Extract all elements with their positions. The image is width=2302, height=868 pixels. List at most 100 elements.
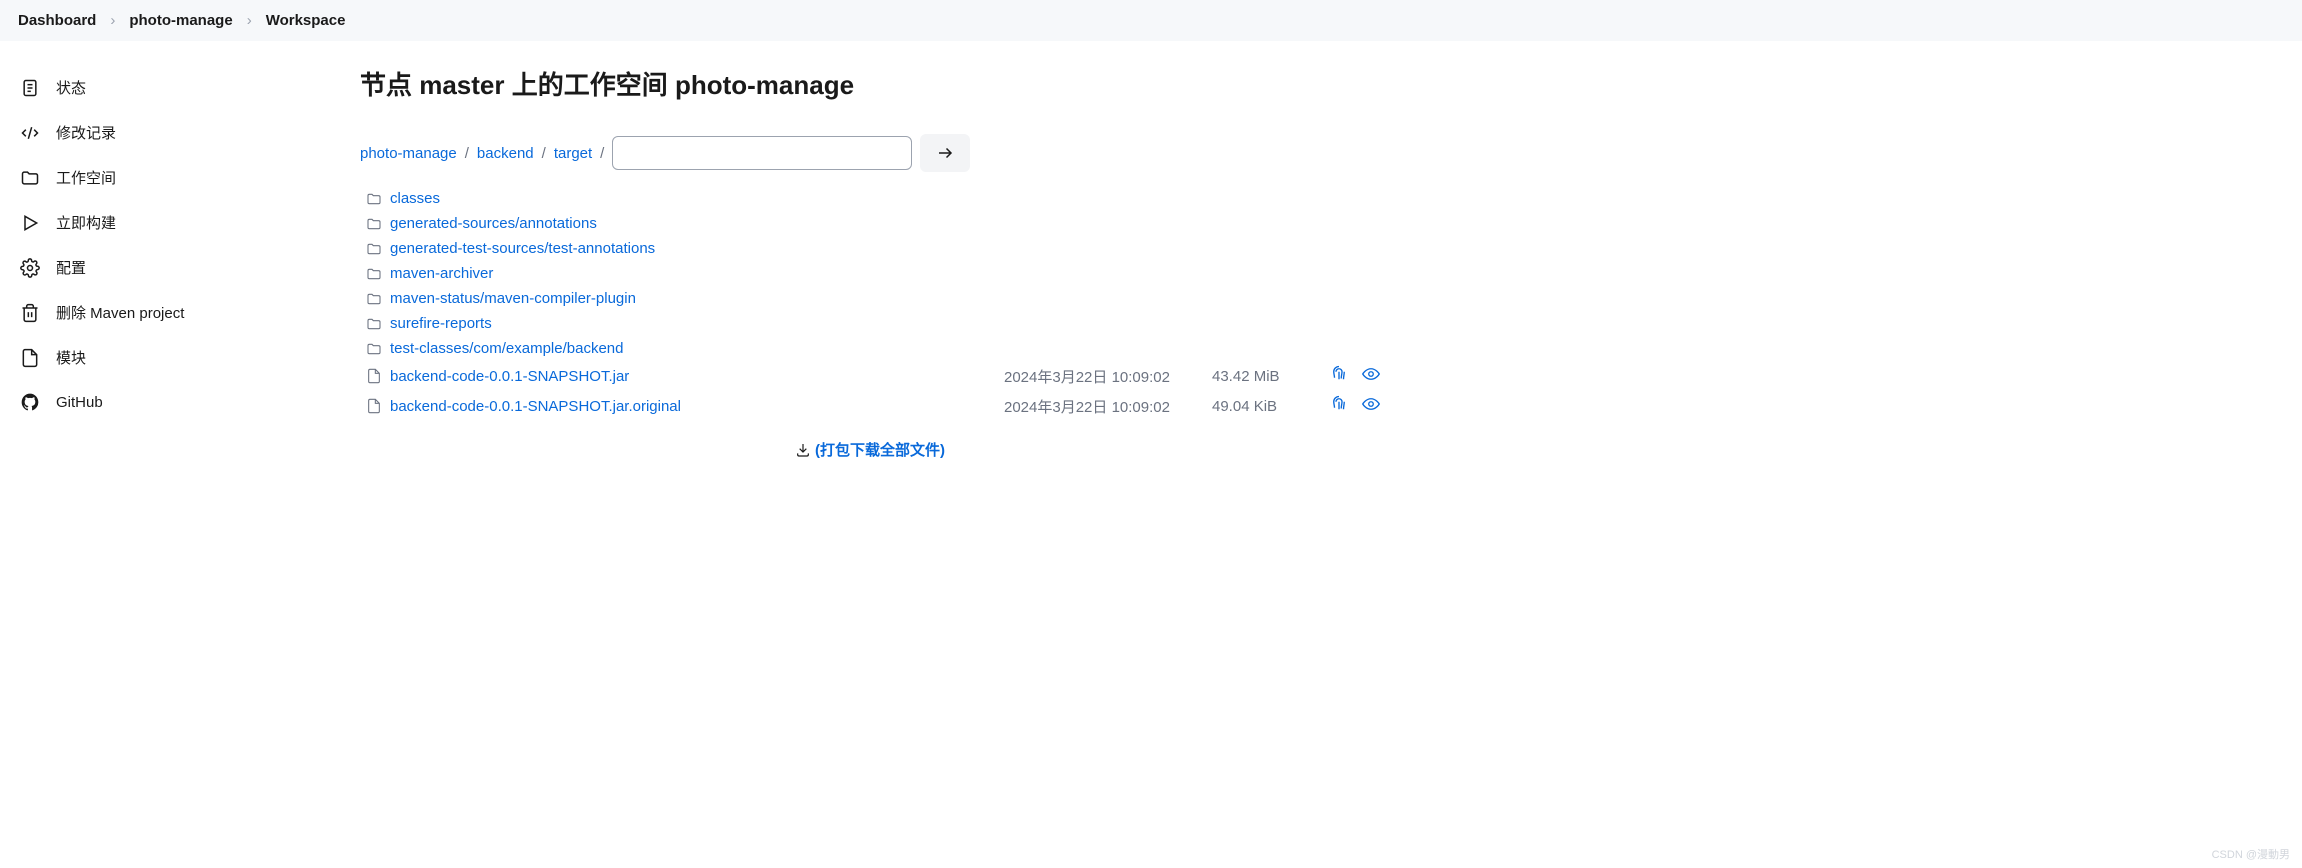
code-icon — [20, 123, 40, 143]
file-name: backend-code-0.0.1-SNAPSHOT.jar.original — [390, 398, 996, 415]
breadcrumb: Dashboard › photo-manage › Workspace — [0, 0, 2302, 41]
download-all-row: (打包下载全部文件) — [360, 439, 1380, 462]
sidebar-item-build-now[interactable]: 立即构建 — [0, 200, 320, 245]
sidebar-item-configure[interactable]: 配置 — [0, 245, 320, 290]
sidebar-item-github[interactable]: GitHub — [0, 380, 320, 424]
folder-icon — [366, 191, 382, 207]
file-date: 2024年3月22日 10:09:02 — [1004, 366, 1204, 387]
file-size: 43.42 MiB — [1212, 368, 1302, 385]
path-separator: / — [542, 145, 546, 162]
folder-icon — [366, 291, 382, 307]
chevron-right-icon: › — [110, 12, 115, 29]
folder-link[interactable]: surefire-reports — [390, 315, 492, 332]
sidebar-item-label: 工作空间 — [56, 167, 116, 188]
file-icon — [20, 348, 40, 368]
folder-link[interactable]: test-annotations — [548, 240, 655, 257]
folder-link[interactable]: classes — [390, 190, 440, 207]
folder-row: test-classes/com/example/backend — [360, 336, 1380, 361]
folder-link[interactable]: backend — [567, 340, 624, 357]
download-all-link[interactable]: (打包下载全部文件) — [795, 439, 945, 460]
gear-icon — [20, 258, 40, 278]
breadcrumb-item-dashboard[interactable]: Dashboard — [18, 12, 96, 29]
breadcrumb-item-project[interactable]: photo-manage — [129, 12, 232, 29]
sidebar-item-modules[interactable]: 模块 — [0, 335, 320, 380]
folder-icon — [366, 316, 382, 332]
folder-name: generated-test-sources/test-annotations — [390, 240, 1380, 257]
eye-icon[interactable] — [1362, 365, 1380, 387]
folder-row: maven-archiver — [360, 261, 1380, 286]
file-actions — [1310, 365, 1380, 387]
folder-name: surefire-reports — [390, 315, 1380, 332]
folder-name: maven-archiver — [390, 265, 1380, 282]
file-row: backend-code-0.0.1-SNAPSHOT.jar.original… — [360, 391, 1380, 421]
folder-link[interactable]: example — [506, 340, 563, 357]
fingerprint-icon[interactable] — [1330, 395, 1348, 417]
path-navigator: photo-manage / backend / target / — [360, 134, 1380, 172]
main-content: 节点 master 上的工作空间 photo-manage photo-mana… — [320, 41, 1420, 486]
folder-icon — [20, 168, 40, 188]
folder-icon — [366, 216, 382, 232]
sidebar-item-status[interactable]: 状态 — [0, 65, 320, 110]
sidebar-item-label: 删除 Maven project — [56, 302, 184, 323]
folder-row: maven-status/maven-compiler-plugin — [360, 286, 1380, 311]
page-title: 节点 master 上的工作空间 photo-manage — [360, 65, 1380, 102]
path-separator: / — [600, 145, 604, 162]
folder-link[interactable]: annotations — [519, 215, 597, 232]
folder-row: generated-test-sources/test-annotations — [360, 236, 1380, 261]
folder-name: maven-status/maven-compiler-plugin — [390, 290, 1380, 307]
file-icon — [366, 398, 382, 414]
folder-link[interactable]: maven-status — [390, 290, 480, 307]
path-separator: / — [465, 145, 469, 162]
folder-link[interactable]: generated-test-sources — [390, 240, 544, 257]
watermark: CSDN @漫動男 — [2212, 846, 2290, 862]
fingerprint-icon[interactable] — [1330, 365, 1348, 387]
folder-link[interactable]: test-classes — [390, 340, 469, 357]
sidebar-item-changes[interactable]: 修改记录 — [0, 110, 320, 155]
folder-icon — [366, 241, 382, 257]
folder-link[interactable]: generated-sources — [390, 215, 515, 232]
sidebar-item-label: 立即构建 — [56, 212, 116, 233]
arrow-right-icon — [936, 144, 954, 162]
path-segment[interactable]: photo-manage — [360, 145, 457, 162]
chevron-right-icon: › — [247, 12, 252, 29]
document-icon — [20, 78, 40, 98]
sidebar-item-workspace[interactable]: 工作空间 — [0, 155, 320, 200]
sidebar-item-label: 配置 — [56, 257, 86, 278]
sidebar-item-label: 修改记录 — [56, 122, 116, 143]
folder-name: classes — [390, 190, 1380, 207]
play-icon — [20, 213, 40, 233]
file-date: 2024年3月22日 10:09:02 — [1004, 396, 1204, 417]
folder-icon — [366, 341, 382, 357]
path-segment[interactable]: backend — [477, 145, 534, 162]
file-size: 49.04 KiB — [1212, 398, 1302, 415]
breadcrumb-item-workspace[interactable]: Workspace — [266, 12, 346, 29]
file-link[interactable]: backend-code-0.0.1-SNAPSHOT.jar.original — [390, 398, 681, 415]
file-actions — [1310, 395, 1380, 417]
file-icon — [366, 368, 382, 384]
download-all-label: (打包下载全部文件) — [815, 439, 945, 460]
file-link[interactable]: backend-code-0.0.1-SNAPSHOT.jar — [390, 368, 629, 385]
github-icon — [20, 392, 40, 412]
sidebar-item-label: 模块 — [56, 347, 86, 368]
folder-link[interactable]: maven-archiver — [390, 265, 493, 282]
file-list: classesgenerated-sources/annotationsgene… — [360, 186, 1380, 421]
sidebar-item-label: 状态 — [56, 77, 86, 98]
eye-icon[interactable] — [1362, 395, 1380, 417]
file-name: backend-code-0.0.1-SNAPSHOT.jar — [390, 368, 996, 385]
folder-row: classes — [360, 186, 1380, 211]
trash-icon — [20, 303, 40, 323]
sidebar-item-label: GitHub — [56, 394, 103, 411]
folder-link[interactable]: maven-compiler-plugin — [484, 290, 636, 307]
path-segment[interactable]: target — [554, 145, 592, 162]
folder-link[interactable]: com — [473, 340, 501, 357]
download-icon — [795, 442, 811, 458]
file-row: backend-code-0.0.1-SNAPSHOT.jar 2024年3月22… — [360, 361, 1380, 391]
folder-row: generated-sources/annotations — [360, 211, 1380, 236]
folder-name: test-classes/com/example/backend — [390, 340, 1380, 357]
sidebar: 状态 修改记录 工作空间 立即构建 配置 — [0, 41, 320, 486]
sidebar-item-delete-project[interactable]: 删除 Maven project — [0, 290, 320, 335]
folder-icon — [366, 266, 382, 282]
folder-name: generated-sources/annotations — [390, 215, 1380, 232]
path-input[interactable] — [612, 136, 912, 170]
go-button[interactable] — [920, 134, 970, 172]
